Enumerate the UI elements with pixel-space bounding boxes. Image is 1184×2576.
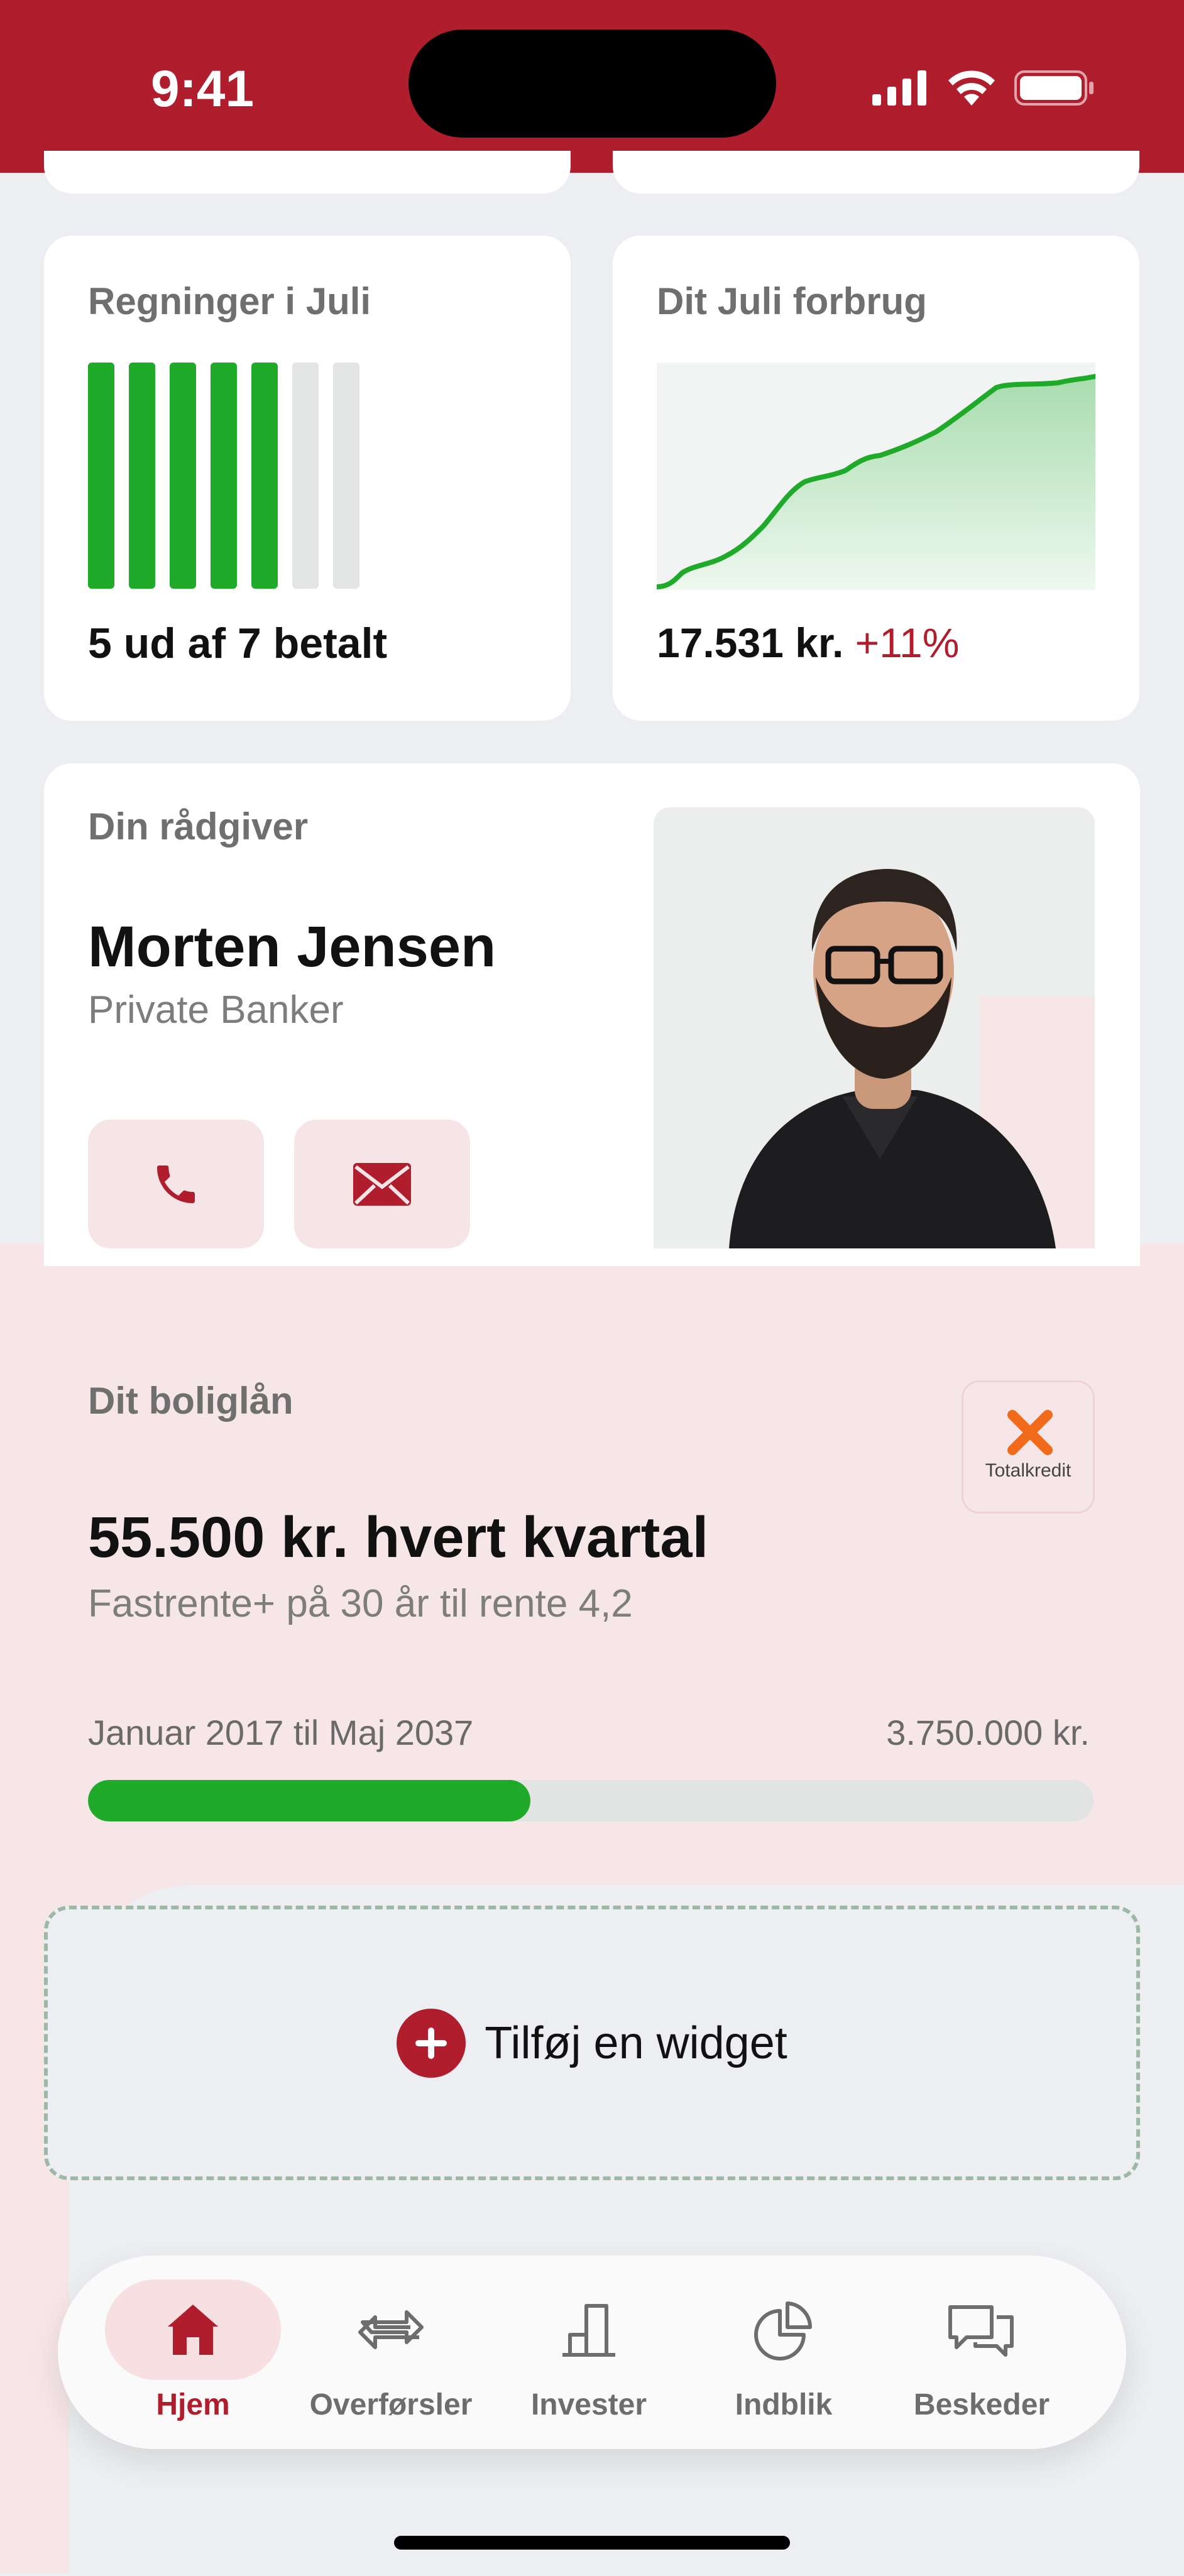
mortgage-progress-fill bbox=[88, 1780, 530, 1821]
spend-card[interactable]: Dit Juli forbrug 17.531 kr. +11% bbox=[613, 236, 1139, 721]
partial-card-left bbox=[44, 151, 571, 194]
spend-summary: 17.531 kr. +11% bbox=[657, 619, 959, 667]
bill-bar-unpaid bbox=[292, 363, 319, 589]
home-icon bbox=[168, 2305, 218, 2355]
mail-icon bbox=[353, 1162, 411, 1206]
status-time: 9:41 bbox=[151, 60, 255, 117]
pie-chart-icon bbox=[754, 2301, 813, 2360]
cellular-signal-icon bbox=[872, 70, 926, 106]
call-button[interactable] bbox=[88, 1120, 264, 1248]
tab-home[interactable]: Hjem bbox=[99, 2256, 287, 2449]
tab-insight-label: Indblik bbox=[735, 2388, 833, 2421]
spend-amount: 17.531 kr. bbox=[657, 619, 844, 666]
add-icon bbox=[397, 2008, 466, 2078]
tab-invest[interactable]: Invester bbox=[495, 2256, 683, 2449]
battery-icon bbox=[1014, 70, 1094, 106]
tab-bar: Hjem Overførsler Invester Indblik Besked… bbox=[58, 2256, 1126, 2449]
tab-transfers-label: Overførsler bbox=[309, 2388, 473, 2421]
status-icons bbox=[872, 66, 1096, 110]
mortgage-total: 3.750.000 kr. bbox=[886, 1713, 1090, 1752]
bill-bar-paid bbox=[251, 363, 278, 589]
status-bar: 9:41 bbox=[0, 0, 1184, 173]
transfer-icon bbox=[358, 2310, 424, 2349]
tab-home-label: Hjem bbox=[156, 2388, 230, 2421]
tab-insight[interactable]: Indblik bbox=[689, 2256, 878, 2449]
bill-bar-paid bbox=[129, 363, 155, 589]
advisor-photo bbox=[654, 807, 1095, 1248]
bill-bar-paid bbox=[211, 363, 237, 589]
mortgage-description: Fastrente+ på 30 år til rente 4,2 bbox=[88, 1582, 633, 1625]
bill-bar-paid bbox=[88, 363, 114, 589]
email-button[interactable] bbox=[294, 1120, 470, 1248]
totalkredit-logo-icon bbox=[1007, 1410, 1053, 1455]
bills-summary: 5 ud af 7 betalt bbox=[88, 619, 388, 667]
mortgage-card[interactable]: Dit boliglån Totalkredit 55.500 kr. hver… bbox=[44, 1335, 1140, 1863]
bills-card-title: Regninger i Juli bbox=[88, 280, 371, 322]
spend-change: +11% bbox=[855, 619, 960, 666]
add-widget-label: Tilføj en widget bbox=[485, 2017, 787, 2068]
mortgage-progress-track bbox=[88, 1780, 1094, 1821]
mortgage-period: Januar 2017 til Maj 2037 bbox=[88, 1713, 474, 1752]
mortgage-card-title: Dit boliglån bbox=[88, 1380, 293, 1422]
tab-messages[interactable]: Beskeder bbox=[887, 2256, 1076, 2449]
bills-card[interactable]: Regninger i Juli 5 ud af 7 betalt bbox=[44, 236, 571, 721]
home-indicator bbox=[394, 2536, 790, 2550]
advisor-name: Morten Jensen bbox=[88, 915, 496, 979]
advisor-card-title: Din rådgiver bbox=[88, 805, 309, 848]
tab-messages-label: Beskeder bbox=[913, 2388, 1050, 2421]
partial-card-right bbox=[613, 151, 1139, 194]
lender-badge: Totalkredit bbox=[962, 1380, 1095, 1514]
add-widget-button[interactable]: Tilføj en widget bbox=[44, 1906, 1140, 2180]
advisor-portrait-illustration bbox=[654, 807, 1095, 1248]
mortgage-amount: 55.500 kr. hvert kvartal bbox=[88, 1505, 709, 1569]
lender-name: Totalkredit bbox=[985, 1460, 1072, 1481]
wifi-icon bbox=[948, 70, 995, 106]
phone-icon bbox=[157, 1165, 195, 1203]
spend-card-title: Dit Juli forbrug bbox=[657, 280, 927, 322]
bill-bar-unpaid bbox=[333, 363, 359, 589]
spend-trend-chart bbox=[657, 363, 1095, 590]
bills-progress-bars bbox=[88, 363, 359, 589]
dynamic-island bbox=[408, 30, 776, 138]
invest-icon bbox=[562, 2304, 615, 2357]
tab-transfers[interactable]: Overførsler bbox=[297, 2256, 485, 2449]
chat-icon bbox=[948, 2305, 1014, 2357]
tab-invest-label: Invester bbox=[530, 2388, 647, 2421]
bill-bar-paid bbox=[170, 363, 196, 589]
advisor-role: Private Banker bbox=[88, 988, 344, 1032]
